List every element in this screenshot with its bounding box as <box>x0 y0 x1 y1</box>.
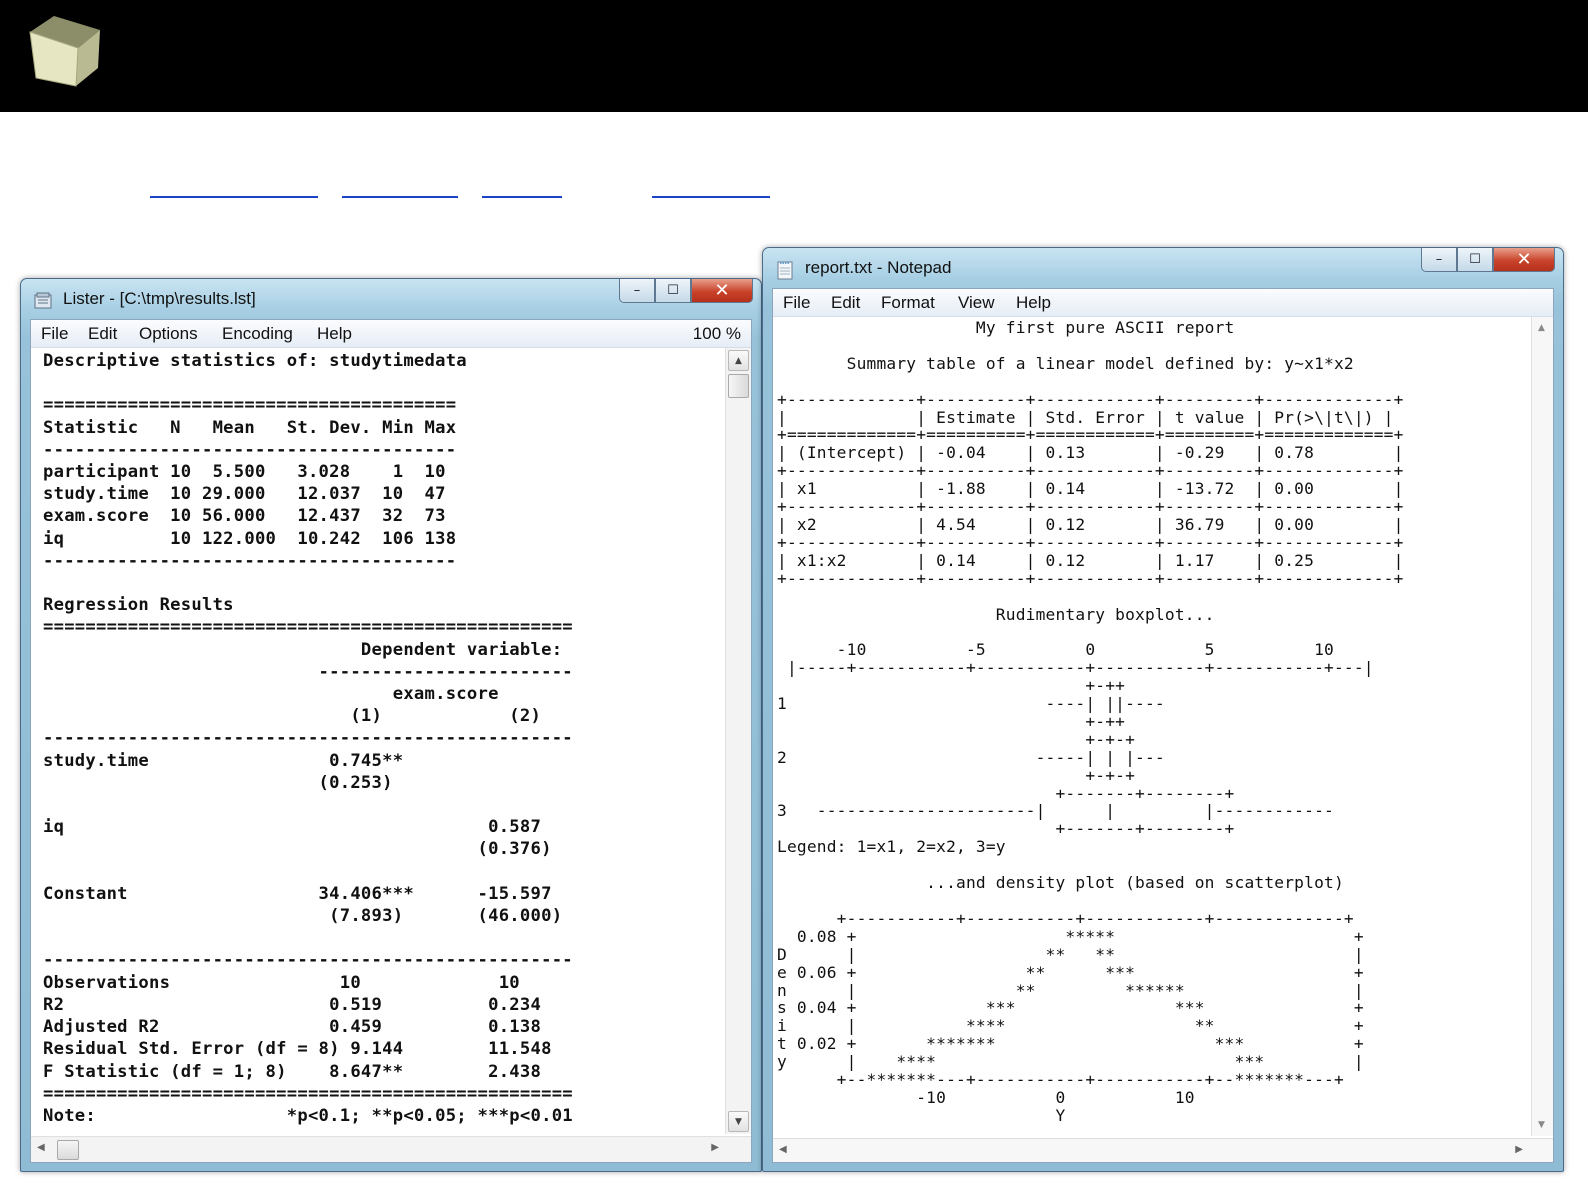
menu-help[interactable]: Help <box>1016 293 1051 313</box>
minimize-icon: – <box>633 283 641 298</box>
menu-edit[interactable]: Edit <box>831 293 860 313</box>
horizontal-scrollbar[interactable]: ◀ ▶ <box>31 1136 751 1162</box>
scroll-left-icon[interactable]: ◀ <box>779 1144 787 1155</box>
menu-edit[interactable]: Edit <box>88 324 117 344</box>
chevron-down-icon: ▼ <box>735 1116 742 1127</box>
lister-app-icon <box>34 292 52 309</box>
maximize-button[interactable]: ☐ <box>655 279 691 303</box>
notepad-window: report.txt - Notepad – ☐ ✕ File Edit For… <box>762 247 1564 1172</box>
vertical-scrollbar[interactable]: ▲ ▼ <box>1531 317 1553 1136</box>
notepad-client: File Edit Format View Help My first pure… <box>772 288 1554 1163</box>
nav-link-3[interactable] <box>482 174 562 198</box>
report-text: My first pure ASCII report Summary table… <box>777 318 1404 1125</box>
close-icon: ✕ <box>1516 248 1532 270</box>
nav-link-1[interactable] <box>150 174 318 198</box>
menu-file[interactable]: File <box>41 324 68 344</box>
header-banner <box>0 0 1588 112</box>
window-title: report.txt - Notepad <box>805 258 952 277</box>
close-icon: ✕ <box>714 279 730 301</box>
scroll-down-icon[interactable]: ▼ <box>1538 1120 1545 1130</box>
menu-bar: File Edit Format View Help <box>773 289 1553 317</box>
zoom-level: 100 % <box>692 324 741 343</box>
close-button[interactable]: ✕ <box>691 279 753 303</box>
lister-titlebar[interactable]: Lister - [C:\tmp\results.lst] – ☐ ✕ <box>21 279 761 319</box>
horizontal-scrollbar[interactable]: ◀ ▶ <box>773 1138 1553 1162</box>
close-button[interactable]: ✕ <box>1493 248 1555 272</box>
maximize-icon: ☐ <box>667 283 679 298</box>
notepad-titlebar[interactable]: report.txt - Notepad – ☐ ✕ <box>763 248 1563 288</box>
menu-help[interactable]: Help <box>317 324 352 344</box>
menu-format[interactable]: Format <box>881 293 935 313</box>
minimize-button[interactable]: – <box>619 279 655 303</box>
vertical-scrollbar[interactable]: ▲ ▼ <box>725 348 751 1134</box>
maximize-icon: ☐ <box>1469 252 1481 267</box>
window-controls: – ☐ ✕ <box>1421 248 1555 274</box>
window-controls: – ☐ ✕ <box>619 279 753 305</box>
minimize-icon: – <box>1435 252 1443 267</box>
scroll-right-icon[interactable]: ▶ <box>711 1142 719 1153</box>
notepad-text-area[interactable]: My first pure ASCII report Summary table… <box>773 317 1529 1136</box>
scroll-right-icon[interactable]: ▶ <box>1515 1144 1523 1155</box>
minimize-button[interactable]: – <box>1421 248 1457 272</box>
menu-encoding[interactable]: Encoding <box>222 324 293 344</box>
link-row <box>0 160 1588 200</box>
results-text: Descriptive statistics of: studytimedata… <box>43 351 573 1126</box>
notepad-app-icon <box>777 261 793 280</box>
nav-link-4[interactable] <box>652 174 770 198</box>
scroll-up-icon[interactable]: ▲ <box>1538 323 1545 333</box>
menu-options[interactable]: Options <box>139 324 198 344</box>
window-title: Lister - [C:\tmp\results.lst] <box>63 289 256 308</box>
lister-client: File Edit Options Encoding Help 100 % De… <box>30 319 752 1163</box>
chevron-up-icon: ▲ <box>735 355 742 366</box>
scroll-up-button[interactable]: ▲ <box>728 350 749 371</box>
scroll-left-icon[interactable]: ◀ <box>37 1142 45 1153</box>
menu-bar: File Edit Options Encoding Help 100 % <box>31 320 751 348</box>
lister-text-area[interactable]: Descriptive statistics of: studytimedata… <box>31 348 723 1134</box>
scroll-down-button[interactable]: ▼ <box>728 1111 749 1132</box>
lister-window: Lister - [C:\tmp\results.lst] – ☐ ✕ File… <box>20 278 762 1172</box>
menu-file[interactable]: File <box>783 293 810 313</box>
horizontal-scroll-thumb[interactable] <box>57 1140 79 1160</box>
nav-link-2[interactable] <box>342 174 458 198</box>
menu-view[interactable]: View <box>958 293 995 313</box>
scroll-thumb[interactable] <box>728 374 749 398</box>
maximize-button[interactable]: ☐ <box>1457 248 1493 272</box>
cube-logo-icon <box>29 16 100 87</box>
